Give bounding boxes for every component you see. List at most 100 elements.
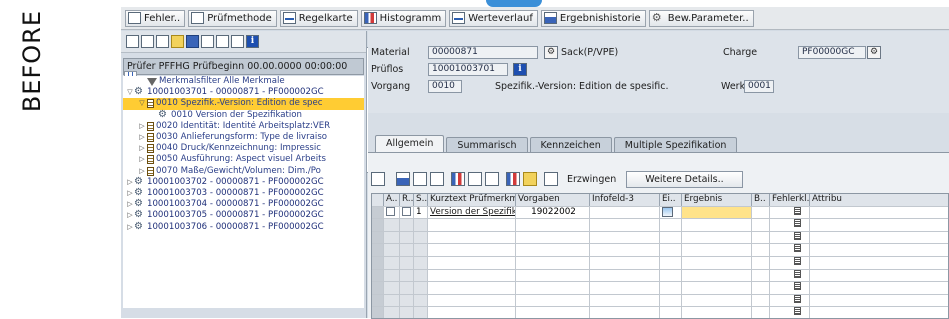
table-cell bbox=[414, 282, 428, 294]
expand-toggle-icon[interactable]: ▷ bbox=[137, 154, 147, 165]
tree-node-characteristic[interactable]: 0010 Version der Spezifikation bbox=[123, 109, 364, 121]
row-selector-header[interactable] bbox=[372, 194, 384, 206]
erzwingen-label[interactable]: Erzwingen bbox=[567, 174, 616, 185]
column-header[interactable]: Kurztext Prüfmerkmal bbox=[428, 194, 516, 206]
tree-node-operation[interactable]: ▷ 0020 Identität: Identité Arbeitsplatz:V… bbox=[123, 121, 364, 132]
tree-node-operation[interactable]: ▷ 0050 Ausführung: Aspect visuel Arbeits bbox=[123, 154, 364, 165]
tree-node-operation[interactable]: ▷ 0030 Anlieferungsform: Type de livraiso bbox=[123, 132, 364, 143]
row-selector[interactable] bbox=[372, 206, 384, 219]
expand-toggle-icon[interactable]: ▽ bbox=[137, 98, 147, 109]
refresh-icon[interactable] bbox=[186, 35, 199, 48]
tree-node-lot[interactable]: ▽10001003701 - 00000871 - PF000002GC bbox=[123, 86, 364, 98]
row-selector[interactable] bbox=[372, 244, 384, 256]
tree-node-lot[interactable]: ▷10001003704 - 00000871 - PF000002GC bbox=[123, 198, 364, 210]
column-header[interactable]: A.. bbox=[384, 194, 400, 206]
column-header[interactable]: Ergebnis bbox=[682, 194, 752, 206]
defect-class-icon[interactable] bbox=[794, 307, 801, 316]
tree-node-lot[interactable]: ▷10001003705 - 00000871 - PF000002GC bbox=[123, 209, 364, 221]
tree-node-operation[interactable]: ▷ 0040 Druck/Kennzeichnung: Impressic bbox=[123, 143, 364, 154]
find-icon[interactable] bbox=[171, 35, 184, 48]
column-header[interactable]: S.. bbox=[414, 194, 428, 206]
table-row[interactable] bbox=[372, 219, 948, 232]
tree-node-lot[interactable]: ▷10001003706 - 00000871 - PF000002GC bbox=[123, 221, 364, 232]
defect-class-icon[interactable] bbox=[794, 231, 801, 240]
expand-toggle-icon[interactable]: ▷ bbox=[137, 121, 147, 132]
column-header[interactable]: R.. bbox=[400, 194, 414, 206]
filter-icon[interactable] bbox=[156, 35, 169, 48]
weitere-details-button[interactable]: Weitere Details.. bbox=[626, 170, 743, 188]
pruefmethode-button[interactable]: Prüfmethode bbox=[188, 9, 277, 27]
defect-class-icon[interactable] bbox=[794, 219, 801, 228]
table-row[interactable] bbox=[372, 282, 948, 295]
row-selector[interactable] bbox=[372, 282, 384, 294]
table-row[interactable] bbox=[372, 256, 948, 270]
row-selector[interactable] bbox=[372, 307, 384, 318]
pruflos-info-icon[interactable]: i bbox=[513, 63, 527, 76]
material-lookup-icon[interactable]: ⚙ bbox=[544, 46, 558, 59]
details-icon[interactable] bbox=[371, 172, 385, 186]
defect-class-icon[interactable] bbox=[794, 269, 801, 278]
ergebnishistorie-button[interactable]: Ergebnishistorie bbox=[540, 9, 646, 27]
export-icon[interactable] bbox=[485, 172, 499, 186]
table-cell bbox=[428, 294, 516, 307]
print-grid-icon[interactable] bbox=[468, 172, 482, 186]
regelkarte-button[interactable]: Regelkarte bbox=[279, 9, 358, 27]
expand-toggle-icon[interactable]: ▷ bbox=[137, 132, 147, 143]
table-row[interactable] bbox=[372, 307, 948, 318]
input-mode-icon[interactable] bbox=[662, 206, 673, 217]
tree-node-operation[interactable]: ▷ 0070 Maße/Gewicht/Volumen: Dim./Po bbox=[123, 166, 364, 177]
settings-icon[interactable] bbox=[216, 35, 229, 48]
info-icon[interactable]: i bbox=[246, 35, 259, 48]
characteristic-link[interactable]: Version der Spezifika. bbox=[430, 207, 515, 217]
column-header[interactable]: Fehlerkl.. bbox=[770, 194, 810, 206]
werk-field[interactable]: 0001 bbox=[744, 80, 774, 93]
defect-class-icon[interactable] bbox=[794, 256, 801, 265]
table-row[interactable] bbox=[372, 244, 948, 257]
row-selector[interactable] bbox=[372, 231, 384, 244]
table-row[interactable] bbox=[372, 231, 948, 245]
material-field[interactable]: 00000871 bbox=[428, 46, 538, 59]
table-row[interactable]: 1 Version der Spezifika. 19022002 bbox=[372, 206, 948, 220]
column-header[interactable]: B.. bbox=[752, 194, 770, 206]
result-input[interactable] bbox=[682, 206, 752, 219]
tree-node-operation[interactable]: Merkmalsfilter Alle Merkmale bbox=[123, 76, 364, 87]
table-row[interactable] bbox=[372, 294, 948, 308]
print-icon[interactable] bbox=[201, 35, 214, 48]
checkbox[interactable] bbox=[402, 206, 411, 216]
checkbox[interactable] bbox=[386, 206, 395, 216]
defect-class-icon[interactable] bbox=[794, 244, 801, 253]
row-selector[interactable] bbox=[372, 294, 384, 307]
defect-class-icon[interactable] bbox=[794, 282, 801, 291]
fehler-button[interactable]: Fehler.. bbox=[125, 9, 186, 27]
table-row[interactable] bbox=[372, 269, 948, 283]
column-header[interactable]: Attribu bbox=[810, 194, 948, 206]
defect-class-icon[interactable] bbox=[794, 294, 801, 303]
sort-descending-icon[interactable] bbox=[413, 172, 427, 186]
row-selector[interactable] bbox=[372, 269, 384, 282]
sort-ascending-icon[interactable] bbox=[396, 172, 410, 186]
print-list-icon[interactable] bbox=[544, 172, 558, 186]
bew-parameter-button[interactable]: ⚙ Bew.Parameter.. bbox=[648, 9, 754, 27]
sum-icon[interactable] bbox=[451, 172, 465, 186]
histogramm-button[interactable]: Histogramm bbox=[360, 9, 447, 27]
column-header[interactable]: Ei.. bbox=[660, 194, 682, 206]
vorgang-field[interactable]: 0010 bbox=[428, 80, 462, 93]
list-icon[interactable] bbox=[231, 35, 244, 48]
charge-lookup-icon[interactable]: ⚙ bbox=[867, 46, 881, 59]
collapse-all-icon[interactable] bbox=[141, 35, 154, 48]
werteverlauf-button[interactable]: Werteverlauf bbox=[449, 9, 538, 27]
variant-icon[interactable] bbox=[523, 172, 537, 186]
row-selector[interactable] bbox=[372, 256, 384, 269]
pruflos-field[interactable]: 10001003701 bbox=[428, 63, 508, 76]
graphic-icon[interactable] bbox=[506, 172, 520, 186]
tree-node-lot[interactable]: ▷10001003703 - 00000871 - PF000002GC bbox=[123, 187, 364, 199]
column-header[interactable]: Vorgaben bbox=[516, 194, 590, 206]
charge-field[interactable]: PF00000GC bbox=[798, 46, 866, 59]
tree-node-lot[interactable]: ▷10001003702 - 00000871 - PF000002GC bbox=[123, 176, 364, 188]
defect-class-icon[interactable] bbox=[794, 206, 801, 215]
expand-all-icon[interactable] bbox=[126, 35, 139, 48]
filter-grid-icon[interactable] bbox=[430, 172, 444, 186]
row-selector[interactable] bbox=[372, 219, 384, 231]
column-header[interactable]: Infofeld-3 bbox=[590, 194, 660, 206]
expand-toggle-icon[interactable]: ▷ bbox=[137, 143, 147, 154]
